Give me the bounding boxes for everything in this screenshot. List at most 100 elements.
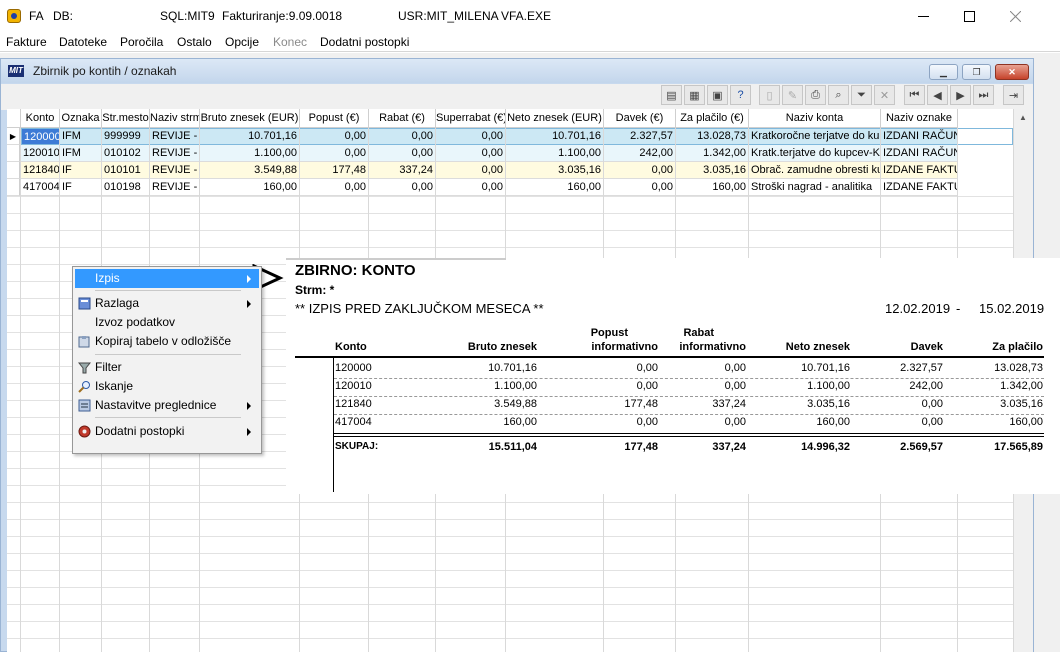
child-minimize-button[interactable]: ▁ xyxy=(929,64,958,80)
column-header-davek[interactable]: Davek (€) xyxy=(604,109,676,128)
menu-ostalo[interactable]: Ostalo xyxy=(177,35,212,49)
table-cell-superrabat[interactable]: 0,00 xyxy=(436,145,506,162)
table-cell-strmesto[interactable]: 999999 xyxy=(102,128,150,145)
print-preview-icon[interactable]: ▦ xyxy=(684,85,705,105)
table-cell-strmesto[interactable]: 010198 xyxy=(102,179,150,196)
menu-opcije[interactable]: Opcije xyxy=(225,35,259,49)
table-cell-strmesto[interactable]: 010102 xyxy=(102,145,150,162)
table-cell-superrabat[interactable]: 0,00 xyxy=(436,162,506,179)
table-cell-bruto[interactable]: 160,00 xyxy=(200,179,300,196)
table-cell-davek[interactable]: 0,00 xyxy=(604,162,676,179)
menu-dodatni-postopki[interactable]: Dodatni postopki xyxy=(320,35,409,49)
column-header-bruto[interactable]: Bruto znesek (EUR) xyxy=(200,109,300,128)
table-cell-naziv-strm[interactable]: REVIJE - xyxy=(150,179,200,196)
row-indicator[interactable] xyxy=(7,162,20,179)
table-cell-davek[interactable]: 242,00 xyxy=(604,145,676,162)
table-cell-neto[interactable]: 160,00 xyxy=(506,179,604,196)
menu-item-dodatni-postopki[interactable]: Dodatni postopki xyxy=(75,422,259,441)
column-header-naziv-konta[interactable]: Naziv konta xyxy=(749,109,881,128)
table-cell-strmesto[interactable]: 010101 xyxy=(102,162,150,179)
table-cell-naziv-strm[interactable]: REVIJE - xyxy=(150,162,200,179)
table-cell-naziv-oznake[interactable]: IZDANE FAKTU xyxy=(881,162,958,179)
column-header-oznaka[interactable]: Oznaka xyxy=(60,109,102,128)
column-header-rabat[interactable]: Rabat (€) xyxy=(369,109,436,128)
table-cell-konto[interactable]: 120000 xyxy=(21,128,60,145)
table-cell-oznaka[interactable]: IFM xyxy=(60,128,102,145)
table-cell-naziv-konta[interactable]: Stroški nagrad - analitika xyxy=(749,179,881,196)
menu-item-izvoz-podatkov[interactable]: Izvoz podatkov xyxy=(75,313,259,332)
delete-icon[interactable]: ✕ xyxy=(874,85,895,105)
table-cell-naziv-strm[interactable]: REVIJE - xyxy=(150,145,200,162)
table-cell-neto[interactable]: 3.035,16 xyxy=(506,162,604,179)
table-cell-rabat[interactable]: 0,00 xyxy=(369,179,436,196)
maximize-button[interactable] xyxy=(946,0,992,32)
column-header-superrabat[interactable]: Superrabat (€) xyxy=(436,109,506,128)
table-cell-neto[interactable]: 1.100,00 xyxy=(506,145,604,162)
minimize-button[interactable] xyxy=(900,0,946,32)
filter-icon[interactable]: ⏷ xyxy=(851,85,872,105)
row-indicator[interactable] xyxy=(7,145,20,162)
row-indicator[interactable]: ▶ xyxy=(7,128,20,145)
table-cell-konto[interactable]: 121840 xyxy=(21,162,60,179)
table-cell-oznaka[interactable]: IFM xyxy=(60,145,102,162)
table-cell-konto[interactable]: 120010 xyxy=(21,145,60,162)
last-record-icon[interactable]: ⏭ xyxy=(973,85,994,105)
export-icon[interactable]: ▣ xyxy=(707,85,728,105)
table-cell-popust[interactable]: 0,00 xyxy=(300,128,369,145)
menu-porocila[interactable]: Poročila xyxy=(120,35,163,49)
printer-icon[interactable]: ⎙ xyxy=(805,85,826,105)
row-indicator[interactable] xyxy=(7,179,20,196)
table-cell-davek[interactable]: 0,00 xyxy=(604,179,676,196)
report-icon[interactable]: ▤ xyxy=(661,85,682,105)
table-cell-naziv-oznake[interactable]: IZDANI RAČUN xyxy=(881,128,958,145)
table-cell-rabat[interactable]: 337,24 xyxy=(369,162,436,179)
table-cell-naziv-konta[interactable]: Obrač. zamudne obresti ku xyxy=(749,162,881,179)
table-cell-popust[interactable]: 0,00 xyxy=(300,179,369,196)
column-header-strmesto[interactable]: Str.mesto xyxy=(102,109,150,128)
scroll-up-icon[interactable]: ▲ xyxy=(1019,113,1027,122)
table-cell-bruto[interactable]: 10.701,16 xyxy=(200,128,300,145)
menu-konec[interactable]: Konec xyxy=(273,35,307,49)
previous-record-icon[interactable]: ◀ xyxy=(927,85,948,105)
table-cell-rabat[interactable]: 0,00 xyxy=(369,128,436,145)
table-cell-popust[interactable]: 177,48 xyxy=(300,162,369,179)
child-restore-button[interactable]: ❐ xyxy=(962,64,991,80)
menu-item-izpis[interactable]: Izpis xyxy=(75,269,259,288)
table-cell-zaplacilo[interactable]: 3.035,16 xyxy=(676,162,749,179)
table-cell-popust[interactable]: 0,00 xyxy=(300,145,369,162)
table-cell-naziv-konta[interactable]: Kratk.terjatve do kupcev-K xyxy=(749,145,881,162)
menu-fakture[interactable]: Fakture xyxy=(6,35,47,49)
new-icon[interactable]: ▯ xyxy=(759,85,780,105)
close-button[interactable] xyxy=(992,0,1038,32)
first-record-icon[interactable]: ⏮ xyxy=(904,85,925,105)
table-cell-konto[interactable]: 417004 xyxy=(21,179,60,196)
search-icon[interactable]: ⌕ xyxy=(828,85,849,105)
table-cell-bruto[interactable]: 3.549,88 xyxy=(200,162,300,179)
exit-icon[interactable]: ⇥ xyxy=(1003,85,1024,105)
table-cell-bruto[interactable]: 1.100,00 xyxy=(200,145,300,162)
help-icon[interactable]: ? xyxy=(730,85,751,105)
table-cell-superrabat[interactable]: 0,00 xyxy=(436,179,506,196)
table-cell-superrabat[interactable]: 0,00 xyxy=(436,128,506,145)
menu-datoteke[interactable]: Datoteke xyxy=(59,35,107,49)
table-cell-neto[interactable]: 10.701,16 xyxy=(506,128,604,145)
menu-item-filter[interactable]: Filter xyxy=(75,358,259,377)
edit-icon[interactable]: ✎ xyxy=(782,85,803,105)
table-cell-davek[interactable]: 2.327,57 xyxy=(604,128,676,145)
column-header-naziv-strm[interactable]: Naziv strm xyxy=(150,109,200,128)
table-cell-oznaka[interactable]: IF xyxy=(60,162,102,179)
next-record-icon[interactable]: ▶ xyxy=(950,85,971,105)
table-cell-oznaka[interactable]: IF xyxy=(60,179,102,196)
menu-item-kopiraj-tabelo[interactable]: Kopiraj tabelo v odložišče xyxy=(75,332,259,351)
column-header-naziv-oznake[interactable]: Naziv oznake xyxy=(881,109,958,128)
table-cell-naziv-strm[interactable]: REVIJE - xyxy=(150,128,200,145)
table-cell-zaplacilo[interactable]: 160,00 xyxy=(676,179,749,196)
table-cell-zaplacilo[interactable]: 1.342,00 xyxy=(676,145,749,162)
menu-item-nastavitve-preglednice[interactable]: Nastavitve preglednice xyxy=(75,396,259,415)
table-cell-zaplacilo[interactable]: 13.028,73 xyxy=(676,128,749,145)
menu-item-iskanje[interactable]: Iskanje xyxy=(75,377,259,396)
menu-item-razlaga[interactable]: Razlaga xyxy=(75,294,259,313)
table-cell-rabat[interactable]: 0,00 xyxy=(369,145,436,162)
table-cell-naziv-oznake[interactable]: IZDANE FAKTU xyxy=(881,179,958,196)
column-header-popust[interactable]: Popust (€) xyxy=(300,109,369,128)
